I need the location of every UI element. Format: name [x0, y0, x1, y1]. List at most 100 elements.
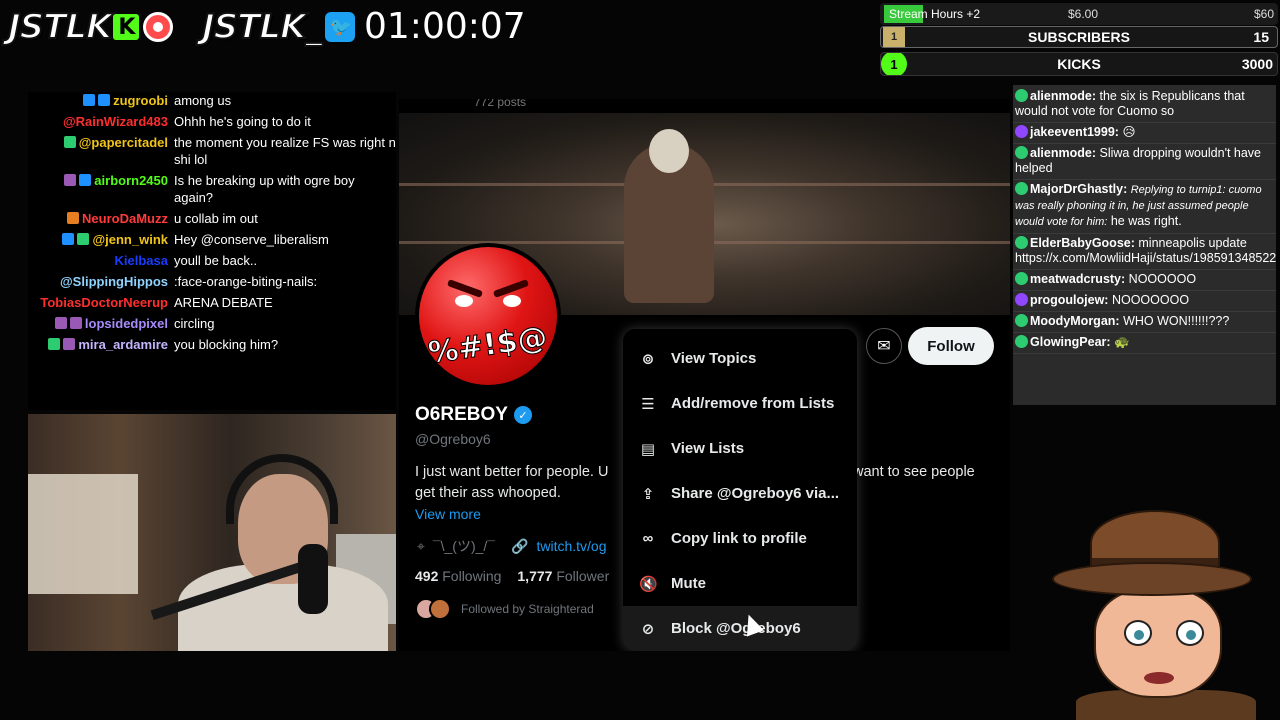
- chat-username[interactable]: MajorDrGhastly:: [1030, 182, 1127, 196]
- chat-username[interactable]: airborn2450: [94, 172, 168, 189]
- avatar-symbols: %#!$@: [426, 319, 550, 372]
- verified-badge-icon: ✓: [513, 406, 532, 424]
- display-name: O6REBOY: [415, 404, 508, 425]
- chat-text: Ohhh he's going to do it: [174, 114, 311, 129]
- chat-message: progoulojew: NOOOOOOO: [1013, 291, 1276, 312]
- chat-message: zugroobi among us: [28, 92, 396, 109]
- chat-message: MajorDrGhastly: Replying to turnip1: cuo…: [1013, 180, 1276, 234]
- chat-user[interactable]: zugroobi: [28, 92, 174, 109]
- kick-badge-icon: K: [113, 14, 140, 40]
- chat-username[interactable]: alienmode:: [1030, 89, 1096, 103]
- location-icon: ⌖: [417, 537, 425, 554]
- chat-text: youll be back..: [174, 253, 258, 268]
- followed-by[interactable]: Followed by Straighterad: [415, 598, 594, 620]
- chat-user[interactable]: TobiasDoctorNeerup: [28, 294, 174, 311]
- chat-message: lopsidedpixel circling: [28, 315, 396, 332]
- twitter-profile-window: 772 posts %#!$@ ✉ Follow O6REBOY ✓ @Ogre…: [399, 99, 1010, 651]
- chat-text: Hey @conserve_liberalism: [174, 232, 329, 247]
- menu-item-list-add[interactable]: ☰ Add/remove from Lists: [623, 381, 857, 426]
- chat-username[interactable]: @SlippingHippos: [60, 273, 168, 290]
- chat-text: the moment you realize FS was right n sh…: [174, 135, 396, 167]
- chat-text: WHO WON!!!!!!???: [1123, 314, 1230, 328]
- platform-badge-icon: [1015, 146, 1028, 159]
- chat-user[interactable]: lopsidedpixel: [28, 315, 174, 332]
- chat-message: airborn2450 Is he breaking up with ogre b…: [28, 172, 396, 206]
- chat-username[interactable]: Kielbasa: [115, 252, 168, 269]
- follow-button[interactable]: Follow: [908, 327, 994, 365]
- chat-username[interactable]: jakeevent1999:: [1030, 125, 1119, 139]
- chat-text: u collab im out: [174, 211, 258, 226]
- chat-user[interactable]: @jenn_wink: [28, 231, 174, 248]
- chat-username[interactable]: progoulojew:: [1030, 293, 1108, 307]
- chat-text: you blocking him?: [174, 337, 279, 352]
- chat-message: Kielbasa youll be back..: [28, 252, 396, 269]
- chat-user[interactable]: mira_ardamire: [28, 336, 174, 353]
- chat-username[interactable]: GlowingPear:: [1030, 335, 1111, 349]
- chat-username[interactable]: @jenn_wink: [92, 231, 168, 248]
- follower-avatar: [429, 598, 451, 620]
- platform-badge-icon: [1015, 293, 1028, 306]
- profile-meta: ⌖ ¯\_(ツ)_/¯ 🔗 twitch.tv/og: [417, 536, 607, 556]
- following-link[interactable]: 492 Following: [415, 568, 501, 584]
- menu-item-link[interactable]: ∞ Copy link to profile: [623, 516, 857, 561]
- followers-link[interactable]: 1,777 Follower: [517, 568, 609, 584]
- chat-text: circling: [174, 316, 215, 331]
- chat-message: alienmode: the six is Republicans that w…: [1013, 87, 1276, 123]
- view-more-link[interactable]: View more: [415, 506, 481, 522]
- chat-username[interactable]: TobiasDoctorNeerup: [40, 294, 168, 311]
- share-icon: ⇪: [641, 485, 655, 503]
- kicks-goal: 1 KICKS 3000: [880, 52, 1278, 76]
- bio-text-left: I just want better for people. U: [415, 464, 609, 480]
- chat-user[interactable]: NeuroDaMuzz: [28, 210, 174, 227]
- chat-user[interactable]: @papercitadel: [28, 134, 174, 168]
- website-link[interactable]: twitch.tv/og: [536, 538, 606, 554]
- followers-count: 1,777: [517, 568, 553, 584]
- goal-value: 3000: [1241, 56, 1273, 72]
- mute-icon: 🔇: [639, 575, 658, 593]
- chat-username[interactable]: @RainWizard483: [63, 113, 168, 130]
- menu-item-share[interactable]: ⇪ Share @Ogreboy6 via...: [623, 471, 857, 516]
- chat-user[interactable]: Kielbasa: [28, 252, 174, 269]
- chat-text: Is he breaking up with ogre boy again?: [174, 173, 355, 205]
- chat-badge-icon: [63, 136, 76, 148]
- chat-user[interactable]: @RainWizard483: [28, 113, 174, 130]
- chat-username[interactable]: lopsidedpixel: [85, 315, 168, 332]
- chat-username[interactable]: NeuroDaMuzz: [82, 210, 168, 227]
- chat-message: @RainWizard483 Ohhh he's going to do it: [28, 113, 396, 130]
- chat-badge-icon: [69, 317, 82, 329]
- chat-username[interactable]: mira_ardamire: [78, 336, 168, 353]
- chat-username[interactable]: @papercitadel: [79, 134, 168, 151]
- chat-user[interactable]: @SlippingHippos: [28, 273, 174, 290]
- follow-counts: 492 Following 1,777 Follower: [415, 568, 609, 584]
- chat-username[interactable]: zugroobi: [113, 92, 168, 109]
- chat-message: jakeevent1999: 😥: [1013, 123, 1276, 144]
- chat-username[interactable]: meatwadcrusty:: [1030, 272, 1125, 286]
- webcam-feed: [28, 414, 396, 651]
- chat-badge-icon: [63, 338, 76, 350]
- chat-badge-icon: [64, 174, 77, 186]
- list-add-icon: ☰: [641, 395, 655, 413]
- chat-message: meatwadcrusty: NOOOOOO: [1013, 270, 1276, 291]
- platform-badge-icon: [1015, 272, 1028, 285]
- chat-badge-icon: [77, 233, 90, 245]
- menu-item-topics[interactable]: ⊚ View Topics: [623, 336, 857, 381]
- menu-item-label: Share @Ogreboy6 via...: [671, 485, 840, 502]
- platform-badge-icon: [1015, 182, 1028, 195]
- menu-item-label: View Topics: [671, 350, 757, 367]
- profile-avatar[interactable]: %#!$@: [415, 243, 561, 389]
- menu-item-mute[interactable]: 🔇 Mute: [623, 561, 857, 606]
- goal-current: $6.00: [1068, 7, 1099, 21]
- chat-badge-icon: [79, 174, 92, 186]
- chat-username[interactable]: alienmode:: [1030, 146, 1096, 160]
- chat-user[interactable]: airborn2450: [28, 172, 174, 206]
- location-text: ¯\_(ツ)_/¯: [432, 538, 496, 554]
- menu-item-block[interactable]: ⊘ Block @Ogreboy6: [623, 606, 857, 651]
- chat-username[interactable]: ElderBabyGoose:: [1030, 236, 1135, 250]
- goal-label: SUBSCRIBERS: [1028, 29, 1130, 45]
- menu-item-lists[interactable]: ▤ View Lists: [623, 426, 857, 471]
- chat-text: NOOOOOOO: [1111, 293, 1190, 307]
- chat-text: 😥: [1122, 125, 1136, 139]
- chat-message: alienmode: Sliwa dropping wouldn't have …: [1013, 144, 1276, 180]
- message-button[interactable]: ✉: [866, 328, 902, 364]
- chat-username[interactable]: MoodyMorgan:: [1030, 314, 1120, 328]
